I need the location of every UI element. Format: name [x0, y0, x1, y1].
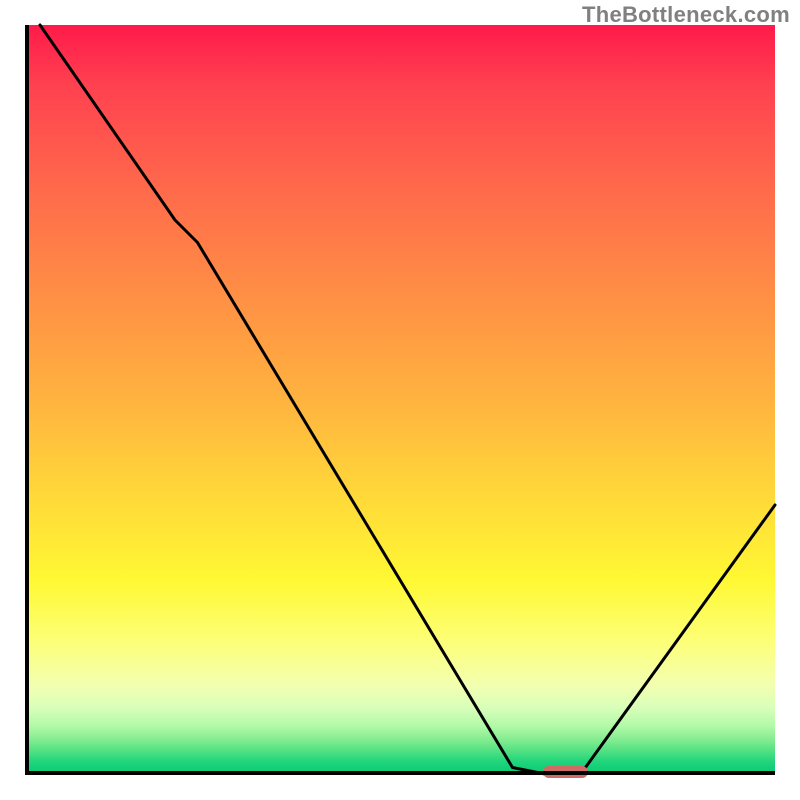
plot-area [25, 25, 775, 775]
curve-layer [25, 25, 775, 775]
chart-container: TheBottleneck.com [0, 0, 800, 800]
optimal-marker [543, 766, 588, 778]
watermark-text: TheBottleneck.com [582, 2, 790, 28]
bottleneck-curve [40, 25, 775, 775]
